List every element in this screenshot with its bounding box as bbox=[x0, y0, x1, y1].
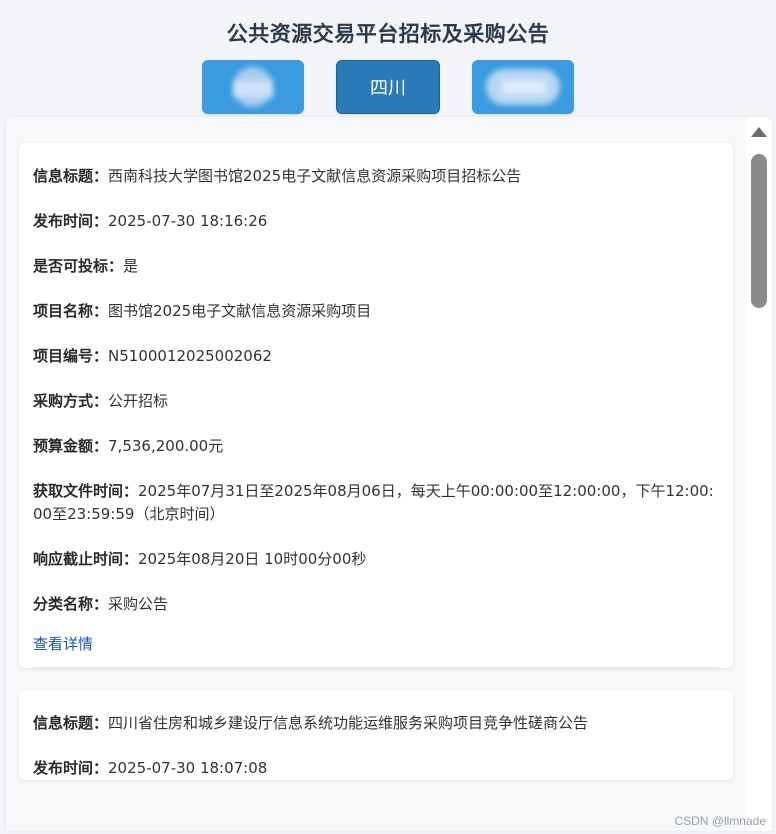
can-bid-value: 是 bbox=[123, 257, 139, 275]
budget-amount: 7,536,200.00元 bbox=[108, 437, 224, 455]
document-time-row: 获取文件时间：2025年07月31日至2025年08月06日，每天上午00:00… bbox=[33, 480, 719, 526]
field-label: 信息标题： bbox=[33, 167, 109, 185]
region-tab-label: 四川 bbox=[370, 78, 406, 99]
field-label: 预算金额： bbox=[33, 437, 109, 455]
can-bid-row: 是否可投标：是 bbox=[33, 255, 719, 278]
scroll-thumb[interactable] bbox=[751, 154, 767, 308]
field-label: 响应截止时间： bbox=[33, 550, 139, 568]
project-name-row: 项目名称：图书馆2025电子文献信息资源采购项目 bbox=[33, 300, 719, 323]
project-number-row: 项目编号：N5100012025002062 bbox=[33, 345, 719, 368]
project-number: N5100012025002062 bbox=[108, 347, 272, 365]
field-label: 项目编号： bbox=[33, 347, 109, 365]
divider bbox=[33, 667, 719, 668]
vertical-scrollbar[interactable] bbox=[746, 117, 772, 831]
region-tab-blurred-2[interactable] bbox=[472, 60, 574, 114]
procurement-method: 公开招标 bbox=[108, 392, 169, 410]
region-tab-blurred-1[interactable] bbox=[202, 60, 304, 114]
region-tabs: 四川 bbox=[0, 60, 776, 114]
field-label: 发布时间： bbox=[33, 212, 109, 230]
notice-list: 信息标题：西南科技大学图书馆2025电子文献信息资源采购项目招标公告 发布时间：… bbox=[6, 117, 746, 831]
notice-title-row: 信息标题：西南科技大学图书馆2025电子文献信息资源采购项目招标公告 bbox=[33, 165, 719, 188]
field-label: 采购方式： bbox=[33, 392, 109, 410]
publish-time: 2025-07-30 18:16:26 bbox=[108, 212, 268, 230]
category-name: 采购公告 bbox=[108, 595, 169, 613]
field-label: 分类名称： bbox=[33, 595, 109, 613]
procurement-method-row: 采购方式：公开招标 bbox=[33, 390, 719, 413]
blurred-region-label bbox=[486, 69, 560, 105]
response-deadline: 2025年08月20日 10时00分00秒 bbox=[138, 550, 367, 568]
field-label: 信息标题： bbox=[33, 714, 109, 732]
field-label: 是否可投标： bbox=[33, 257, 124, 275]
publish-time: 2025-07-30 18:07:08 bbox=[108, 759, 268, 777]
publish-time-row: 发布时间：2025-07-30 18:16:26 bbox=[33, 210, 719, 233]
notice-title: 西南科技大学图书馆2025电子文献信息资源采购项目招标公告 bbox=[108, 167, 522, 185]
notice-title-row: 信息标题：四川省住房和城乡建设厅信息系统功能运维服务采购项目竞争性磋商公告 bbox=[33, 712, 719, 735]
category-row: 分类名称：采购公告 bbox=[33, 593, 719, 616]
watermark: CSDN @llmnade bbox=[674, 814, 766, 828]
project-name: 图书馆2025电子文献信息资源采购项目 bbox=[108, 302, 372, 320]
field-label: 发布时间： bbox=[33, 759, 109, 777]
blurred-region-label bbox=[233, 67, 273, 107]
deadline-row: 响应截止时间：2025年08月20日 10时00分00秒 bbox=[33, 548, 719, 571]
region-tab-sichuan[interactable]: 四川 bbox=[336, 60, 440, 114]
field-label: 获取文件时间： bbox=[33, 482, 139, 500]
view-details-link[interactable]: 查看详情 bbox=[33, 634, 719, 667]
field-label: 项目名称： bbox=[33, 302, 109, 320]
budget-row: 预算金额：7,536,200.00元 bbox=[33, 435, 719, 458]
page-title: 公共资源交易平台招标及采购公告 bbox=[226, 22, 550, 46]
notice-card: 信息标题：四川省住房和城乡建设厅信息系统功能运维服务采购项目竞争性磋商公告 发布… bbox=[19, 690, 733, 780]
scroll-up-arrow-icon[interactable] bbox=[751, 127, 767, 137]
publish-time-row: 发布时间：2025-07-30 18:07:08 bbox=[33, 757, 719, 780]
notice-scroll-area[interactable]: 信息标题：西南科技大学图书馆2025电子文献信息资源采购项目招标公告 发布时间：… bbox=[6, 117, 772, 831]
notice-title: 四川省住房和城乡建设厅信息系统功能运维服务采购项目竞争性磋商公告 bbox=[108, 714, 589, 732]
notice-card: 信息标题：西南科技大学图书馆2025电子文献信息资源采购项目招标公告 发布时间：… bbox=[19, 143, 733, 668]
